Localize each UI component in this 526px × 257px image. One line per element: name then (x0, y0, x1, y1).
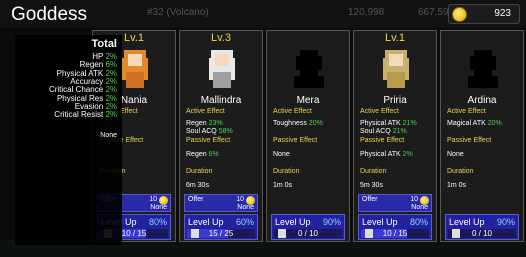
card-name: Ardina (467, 95, 497, 106)
offer-count: 10 (236, 196, 244, 203)
level-up-button[interactable]: Level Up 90% 0 / 10 (271, 214, 345, 240)
active-effect-line: Soul ACQ 21% (360, 128, 407, 135)
passive-effect-label: Passive Effect (186, 137, 231, 144)
card-level: Lv.3 (211, 32, 231, 44)
active-effect-label: Active Effect (273, 108, 312, 115)
duration-value: 6m 30s (186, 182, 209, 189)
active-effect-label: Active Effect (447, 108, 486, 115)
total-passive: None (100, 132, 117, 139)
goddess-portrait-icon (383, 50, 409, 88)
duration-label: Duration (186, 168, 213, 175)
active-effect-label: Active Effect (360, 108, 399, 115)
passive-effect-line: None (273, 151, 290, 158)
duration-label: Duration (360, 168, 387, 175)
coin-icon (452, 7, 467, 22)
stage-label: #32 (Volcano) (147, 7, 209, 18)
level-up-chance: 90% (496, 217, 515, 227)
level-up-progress: 15 / 25 (208, 229, 234, 238)
passive-effect-line: None (447, 151, 464, 158)
duration-value: 5m 30s (360, 182, 383, 189)
level-up-button[interactable]: Level Up 80% 10 / 15 (358, 214, 432, 240)
level-up-label: Level Up (275, 217, 311, 227)
goddess-card-mallindra[interactable]: Lv.3 Mallindra Active Effect Regen 23% Soul … (179, 30, 263, 242)
offer-count: 10 (410, 196, 418, 203)
level-up-chance: 60% (235, 217, 254, 227)
total-stat-row: Critical Resist 2% (54, 110, 117, 120)
offer-value: None (150, 204, 167, 211)
passive-effect-label: Passive Effect (447, 137, 492, 144)
card-name: Priria (383, 95, 407, 106)
passive-effect-line: Regen 6% (186, 151, 219, 158)
goddess-card-priria[interactable]: Lv.1 Priria Active Effect Physical ATK 21% S… (353, 30, 437, 242)
level-up-label: Level Up (362, 217, 398, 227)
card-name: Mallindra (200, 95, 242, 106)
offer-label: Offer (188, 196, 204, 203)
active-effect-line: Toughness 20% (273, 120, 323, 127)
level-up-label: Level Up (188, 217, 224, 227)
level-up-progress: 10 / 15 (382, 229, 408, 238)
level-up-chance: 80% (409, 217, 428, 227)
offer-button[interactable]: Offer 10 None (358, 194, 432, 212)
active-effect-line: Regen 23% (186, 120, 223, 127)
level-up-chance: 90% (322, 217, 341, 227)
card-name: Mera (296, 95, 320, 106)
total-stats-panel: Total HP 2% Regen 6% Physical ATK 2% Accura… (15, 35, 122, 245)
active-effect-line: Soul ACQ 58% (186, 128, 233, 135)
gold-value: 923 (494, 8, 511, 19)
passive-effect-label: Passive Effect (360, 137, 405, 144)
offer-count: 10 (149, 196, 157, 203)
active-effect-label: Active Effect (186, 108, 225, 115)
total-title: Total (91, 38, 117, 50)
page-title: Goddess (11, 4, 88, 25)
passive-effect-label: Passive Effect (273, 137, 318, 144)
card-level: Lv.1 (385, 32, 405, 44)
level-up-progress: 0 / 10 (471, 229, 492, 238)
offer-label: Offer (362, 196, 378, 203)
active-effect-line: Physical ATK 21% (360, 120, 417, 127)
offer-value: None (411, 204, 428, 211)
level-up-progress: 0 / 10 (297, 229, 318, 238)
level-up-chance: 80% (148, 217, 167, 227)
level-up-label: Level Up (449, 217, 485, 227)
goddess-portrait-icon (468, 50, 498, 88)
duration-label: Duration (273, 168, 300, 175)
goddess-portrait-icon (209, 50, 235, 88)
faded-value-1: 120,998 (348, 7, 385, 18)
goddess-portrait-icon (294, 50, 324, 88)
goddess-card-mera[interactable]: Mera Active Effect Toughness 20% Passive Ef… (266, 30, 350, 242)
duration-label: Duration (447, 168, 474, 175)
level-up-button[interactable]: Level Up 90% 0 / 10 (445, 214, 519, 240)
offer-button[interactable]: Offer 10 None (184, 194, 258, 212)
passive-effect-line: Physical ATK 2% (360, 151, 413, 158)
top-bar: Goddess #32 (Volcano) 120,998 667,594 92… (0, 0, 526, 28)
duration-value: 1m 0s (273, 182, 293, 189)
offer-value: None (237, 204, 254, 211)
duration-value: 1m 0s (447, 182, 467, 189)
active-effect-line: Magical ATK 20% (447, 120, 502, 127)
level-up-button[interactable]: Level Up 60% 15 / 25 (184, 214, 258, 240)
gold-counter: 923 (448, 4, 520, 24)
goddess-card-ardina[interactable]: Ardina Active Effect Magical ATK 20% Passiv… (440, 30, 524, 242)
